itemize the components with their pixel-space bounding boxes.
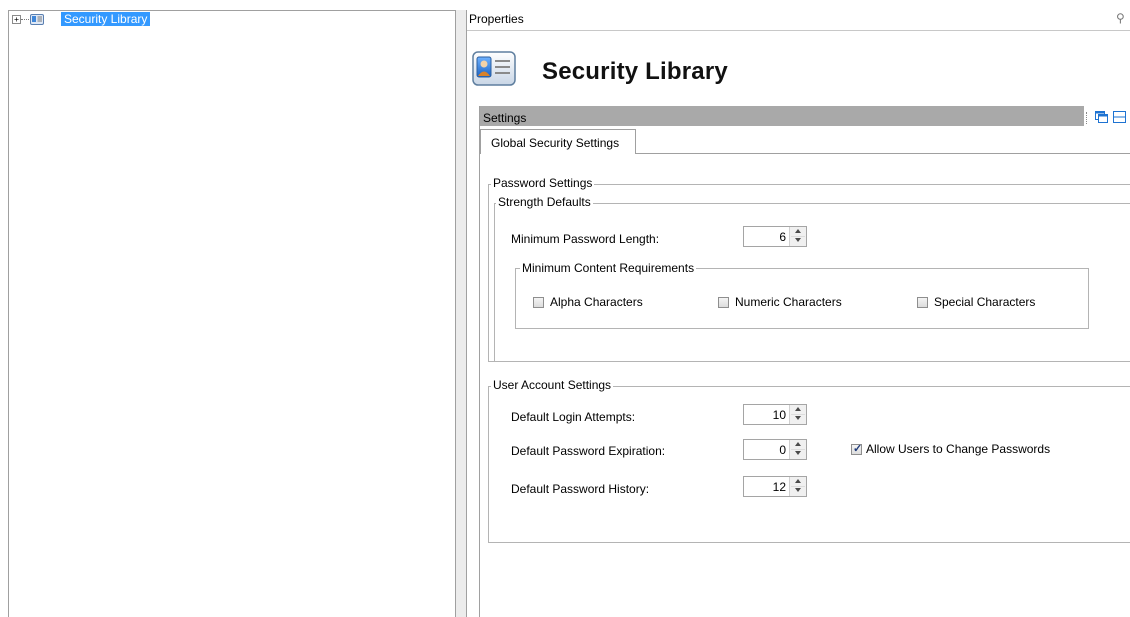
- spin-buttons: [789, 227, 806, 246]
- settings-frame: Settings Global Security Settings Passwo…: [479, 106, 1130, 617]
- arrow-down-icon: [795, 416, 801, 420]
- content-requirements-title: Minimum Content Requirements: [520, 261, 697, 275]
- tree-expand-icon[interactable]: +: [12, 15, 21, 24]
- user-account-settings-title: User Account Settings: [491, 378, 614, 392]
- arrow-up-icon: [795, 229, 801, 233]
- arrow-up-icon: [795, 479, 801, 483]
- numeric-characters-label[interactable]: Numeric Characters: [735, 295, 842, 309]
- password-expiration-value: 0: [779, 443, 786, 457]
- special-characters-label[interactable]: Special Characters: [934, 295, 1035, 309]
- spin-buttons: [789, 477, 806, 496]
- tab-strip-line: [636, 153, 1130, 154]
- decrement-button[interactable]: [791, 414, 805, 423]
- numeric-characters-checkbox[interactable]: [718, 297, 729, 308]
- min-password-length-label: Minimum Password Length:: [511, 232, 660, 246]
- min-password-length-stepper[interactable]: 6: [743, 226, 807, 247]
- security-library-icon: [472, 51, 516, 86]
- tree-connector: [21, 19, 29, 20]
- checkmark-icon: ✓: [853, 443, 863, 455]
- tab-global-security-settings[interactable]: Global Security Settings: [480, 129, 636, 154]
- allow-change-passwords-checkbox[interactable]: ✓: [851, 443, 863, 455]
- decrement-button[interactable]: [791, 486, 805, 495]
- decrement-button[interactable]: [791, 449, 805, 458]
- allow-change-passwords-label[interactable]: Allow Users to Change Passwords: [866, 442, 1050, 456]
- page-title: Security Library: [542, 58, 728, 85]
- decrement-button[interactable]: [791, 236, 805, 245]
- alpha-characters-label[interactable]: Alpha Characters: [550, 295, 643, 309]
- restore-windows-icon[interactable]: [1095, 111, 1108, 123]
- tree-item-security-library[interactable]: Security Library: [61, 12, 151, 26]
- magnifier-icon[interactable]: ⚲: [1116, 11, 1125, 25]
- min-password-length-value: 6: [779, 230, 786, 244]
- split-view-icon[interactable]: [1113, 111, 1126, 123]
- tab-label: Global Security Settings: [491, 136, 620, 150]
- settings-bar-label: Settings: [483, 111, 527, 125]
- spin-buttons: [789, 405, 806, 424]
- login-attempts-value: 10: [772, 408, 786, 422]
- arrow-down-icon: [795, 238, 801, 242]
- tree-panel: + Security Library: [8, 10, 456, 617]
- arrow-down-icon: [795, 451, 801, 455]
- password-expiration-stepper[interactable]: 0: [743, 439, 807, 460]
- password-history-stepper[interactable]: 12: [743, 476, 807, 497]
- password-settings-title: Password Settings: [491, 176, 595, 190]
- special-characters-checkbox[interactable]: [917, 297, 928, 308]
- properties-header: Properties ⚲: [467, 10, 1130, 31]
- alpha-characters-checkbox[interactable]: [533, 297, 544, 308]
- arrow-down-icon: [795, 488, 801, 492]
- settings-bar: Settings: [480, 106, 1084, 126]
- arrow-up-icon: [795, 442, 801, 446]
- spin-buttons: [789, 440, 806, 459]
- password-expiration-label: Default Password Expiration:: [511, 444, 666, 458]
- library-node-icon: [30, 14, 44, 25]
- panel-splitter[interactable]: [456, 10, 466, 617]
- password-history-label: Default Password History:: [511, 482, 650, 496]
- properties-title: Properties: [469, 12, 524, 26]
- password-history-value: 12: [772, 480, 786, 494]
- login-attempts-label: Default Login Attempts:: [511, 410, 636, 424]
- arrow-up-icon: [795, 407, 801, 411]
- properties-panel: Properties ⚲ Security Library Settings G…: [466, 10, 1130, 617]
- toolbar-grip[interactable]: [1086, 112, 1089, 124]
- login-attempts-stepper[interactable]: 10: [743, 404, 807, 425]
- strength-defaults-title: Strength Defaults: [496, 195, 593, 209]
